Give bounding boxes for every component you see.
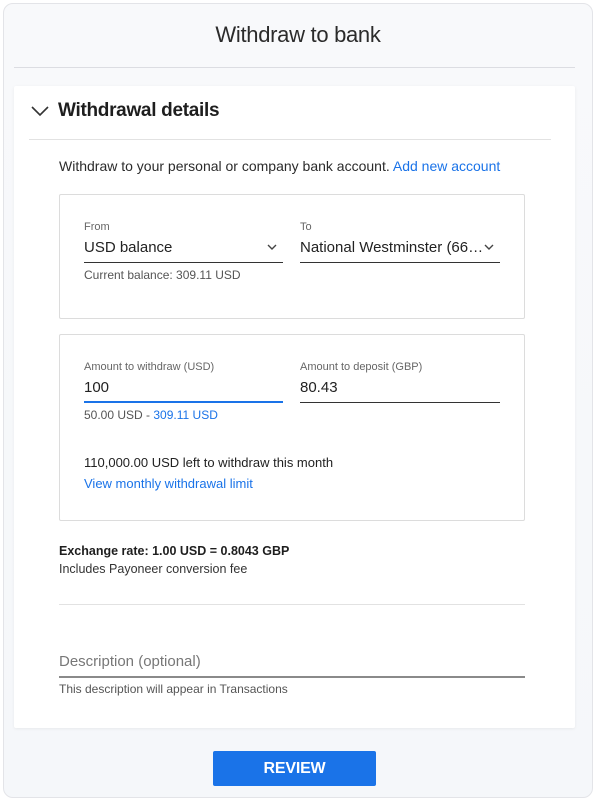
withdrawal-details-card: Withdrawal details Withdraw to your pers…	[14, 86, 575, 728]
section-title: Withdrawal details	[58, 100, 220, 121]
intro-label: Withdraw to your personal or company ban…	[59, 158, 390, 174]
from-select[interactable]: USD balance	[84, 239, 283, 263]
from-value: USD balance	[84, 239, 173, 256]
chevron-down-icon	[484, 244, 494, 250]
from-label: From	[84, 221, 110, 233]
section-toggle[interactable]: Withdrawal details	[30, 100, 220, 122]
to-field: To National Westminster (66…	[300, 221, 500, 263]
page-title: Withdraw to bank	[215, 22, 381, 47]
intro-text: Withdraw to your personal or company ban…	[59, 158, 500, 174]
rate-divider	[59, 604, 525, 605]
withdraw-amount-input[interactable]: 100	[84, 379, 283, 403]
chevron-down-icon	[31, 106, 49, 117]
view-monthly-limit-link[interactable]: View monthly withdrawal limit	[84, 476, 253, 491]
from-field: From USD balance Current balance: 309.11…	[84, 221, 283, 282]
description-input[interactable]	[59, 651, 525, 678]
description-field: This description will appear in Transact…	[59, 651, 525, 696]
deposit-amount-input[interactable]: 80.43	[300, 379, 500, 403]
current-balance: Current balance: 309.11 USD	[84, 268, 241, 282]
to-value: National Westminster (66…	[300, 239, 484, 256]
range-max-link[interactable]: 309.11 USD	[153, 408, 217, 422]
range-min: 50.00 USD -	[84, 408, 151, 422]
withdraw-amount-field: Amount to withdraw (USD) 100 50.00 USD -…	[84, 361, 283, 422]
conversion-fee-note: Includes Payoneer conversion fee	[59, 562, 248, 576]
add-new-account-link[interactable]: Add new account	[393, 158, 500, 174]
amount-box: Amount to withdraw (USD) 100 50.00 USD -…	[59, 334, 525, 521]
monthly-limit-text: 110,000.00 USD left to withdraw this mon…	[84, 455, 334, 470]
description-helper: This description will appear in Transact…	[59, 682, 288, 696]
withdraw-range: 50.00 USD - 309.11 USD	[84, 408, 283, 422]
chevron-down-icon	[267, 244, 277, 250]
title-divider	[14, 67, 575, 68]
to-select[interactable]: National Westminster (66…	[300, 239, 500, 263]
review-button[interactable]: REVIEW	[213, 751, 376, 786]
deposit-amount-field: Amount to deposit (GBP) 80.43	[300, 361, 500, 403]
exchange-rate: Exchange rate: 1.00 USD = 0.8043 GBP	[59, 544, 290, 558]
withdraw-dialog: Withdraw to bank Withdrawal details With…	[3, 3, 593, 798]
withdraw-amount-label: Amount to withdraw (USD)	[84, 361, 215, 373]
account-selection-box: From USD balance Current balance: 309.11…	[59, 194, 525, 319]
section-divider	[29, 139, 551, 140]
to-label: To	[300, 221, 312, 233]
deposit-amount-label: Amount to deposit (GBP)	[300, 361, 423, 373]
